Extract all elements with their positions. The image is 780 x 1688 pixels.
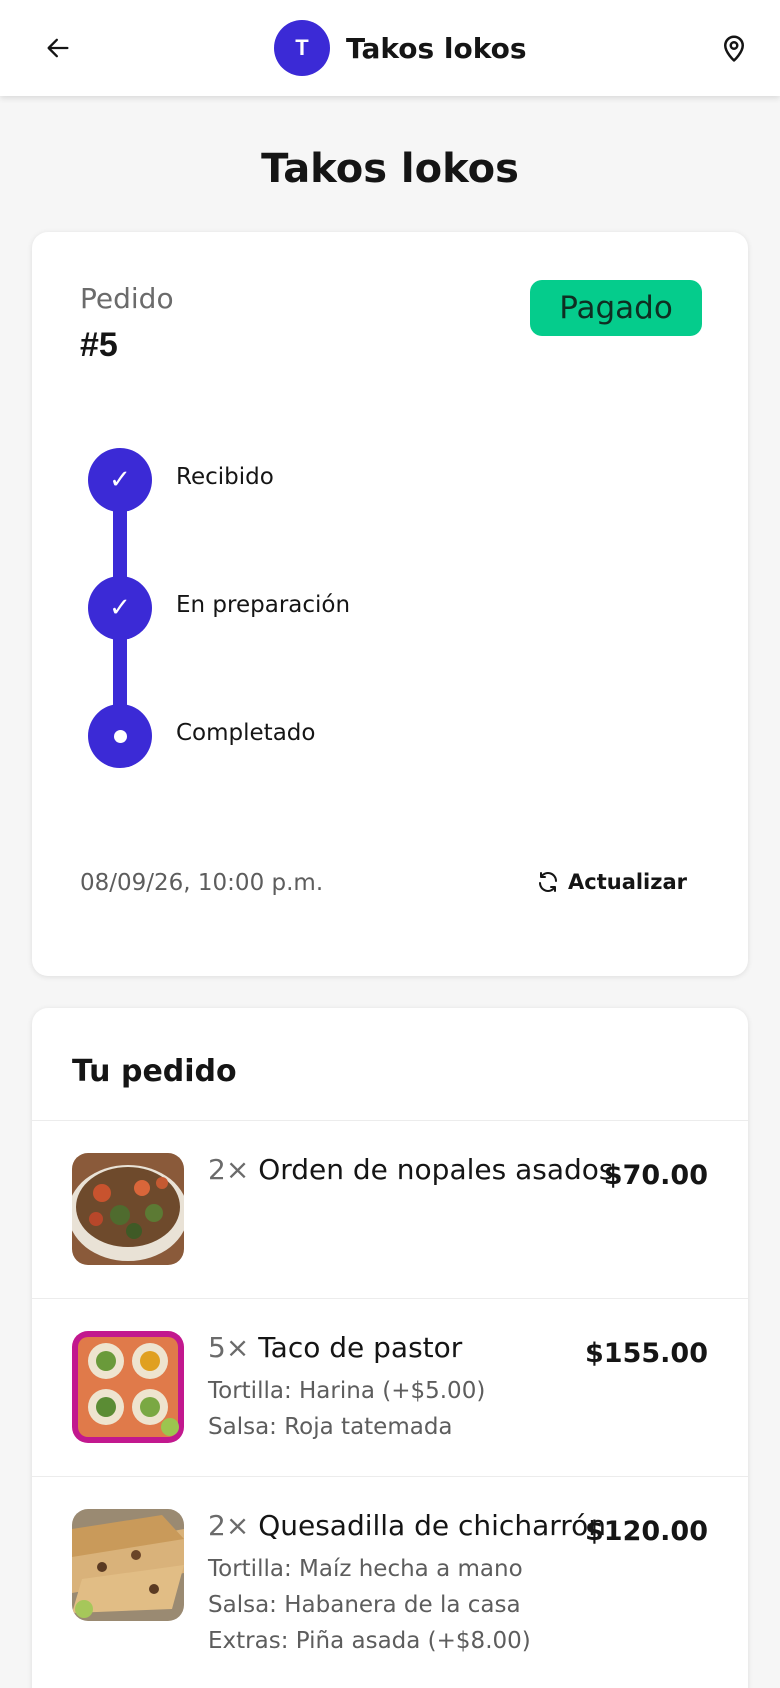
item-name: Orden de nopales asados: [258, 1153, 614, 1186]
item-option-key: Tortilla:: [208, 1556, 292, 1582]
item-option-value: Roja tatemada: [284, 1414, 453, 1440]
page-title: Takos lokos: [261, 146, 519, 192]
order-status-card: Pedido #5 Pagado ✓ Recibido ✓ En prepara…: [32, 232, 748, 976]
item-price: $155.00: [585, 1338, 708, 1369]
item-price: $120.00: [585, 1516, 708, 1547]
order-datetime: 08/09/26, 10:00 p.m.: [80, 870, 324, 896]
item-option: Extras: Piña asada (+$8.00): [208, 1628, 531, 1654]
item-option-key: Salsa:: [208, 1592, 277, 1618]
item-option-key: Tortilla:: [208, 1378, 292, 1404]
order-items-card: Tu pedido 2× Orden de nopales asados $70…: [32, 1008, 748, 1688]
items-section-title: Tu pedido: [72, 1054, 237, 1089]
item-name: Quesadilla de chicharrón: [258, 1509, 607, 1542]
map-pin-icon: [724, 35, 744, 62]
item-quantity: 2×: [208, 1153, 250, 1186]
list-item[interactable]: 5× Taco de pastor $155.00 Tortilla: Hari…: [32, 1298, 748, 1476]
timeline-step-preparing-dot: ✓: [88, 576, 152, 640]
item-photo-nopales: [72, 1153, 184, 1265]
restaurant-brand: T Takos lokos: [274, 20, 527, 76]
back-button[interactable]: [36, 26, 80, 70]
item-option: Tortilla: Harina (+$5.00): [208, 1378, 485, 1404]
timeline-step-received-dot: ✓: [88, 448, 152, 512]
restaurant-name: Takos lokos: [346, 31, 527, 65]
payment-status-badge: Pagado: [530, 280, 702, 336]
item-title: 2× Quesadilla de chicharrón: [208, 1509, 606, 1542]
check-icon: ✓: [109, 593, 131, 623]
item-option-value: Habanera de la casa: [284, 1592, 521, 1618]
item-photo-taco-pastor: [72, 1331, 184, 1443]
timeline-step-completed-label: Completado: [176, 720, 316, 746]
item-option: Salsa: Habanera de la casa: [208, 1592, 521, 1618]
arrow-left-icon: [47, 38, 69, 58]
item-price: $70.00: [603, 1160, 708, 1191]
location-button[interactable]: [712, 26, 756, 70]
list-item[interactable]: 2× Orden de nopales asados $70.00: [32, 1120, 748, 1298]
timeline-step-received-label: Recibido: [176, 464, 274, 490]
item-option-value: Maíz hecha a mano: [299, 1556, 523, 1582]
order-label: Pedido: [80, 282, 174, 315]
timeline-step-completed-dot: [88, 704, 152, 768]
item-quantity: 2×: [208, 1509, 250, 1542]
timeline-step-preparing-label: En preparación: [176, 592, 351, 618]
item-quantity: 5×: [208, 1331, 250, 1364]
refresh-button[interactable]: Actualizar: [536, 864, 687, 900]
list-item[interactable]: 2× Quesadilla de chicharrón $120.00 Tort…: [32, 1476, 748, 1688]
top-app-bar: T Takos lokos: [0, 0, 780, 96]
item-title: 5× Taco de pastor: [208, 1331, 462, 1364]
item-option-key: Salsa:: [208, 1414, 277, 1440]
refresh-label: Actualizar: [568, 870, 688, 894]
item-option: Tortilla: Maíz hecha a mano: [208, 1556, 523, 1582]
item-name: Taco de pastor: [258, 1331, 463, 1364]
item-title: 2× Orden de nopales asados: [208, 1153, 614, 1186]
order-number: #5: [80, 326, 118, 364]
item-photo-quesadilla: [72, 1509, 184, 1621]
current-step-dot-icon: [113, 729, 127, 743]
item-option-value: Piña asada (+$8.00): [295, 1628, 531, 1654]
item-option-key: Extras:: [208, 1628, 289, 1654]
item-option-value: Harina (+$5.00): [299, 1378, 486, 1404]
restaurant-avatar: T: [274, 20, 330, 76]
item-option: Salsa: Roja tatemada: [208, 1414, 453, 1440]
check-icon: ✓: [109, 465, 131, 495]
refresh-icon: [539, 872, 557, 892]
